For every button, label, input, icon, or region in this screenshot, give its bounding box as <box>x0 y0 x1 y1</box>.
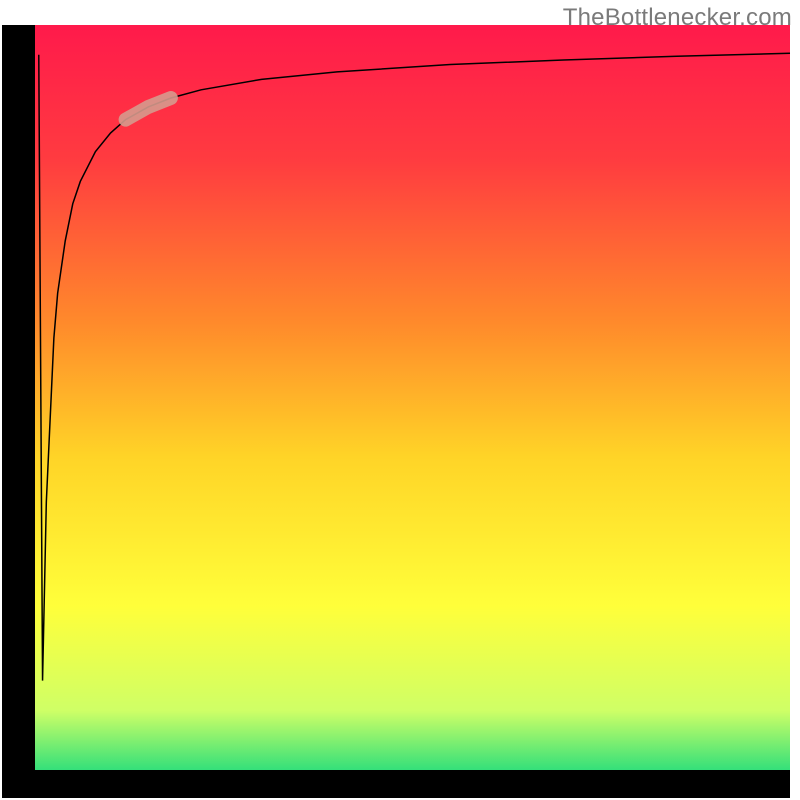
plot-background <box>35 25 790 770</box>
chart-svg <box>0 0 800 800</box>
bottom-axis-bar <box>2 770 790 798</box>
plot-area <box>2 25 790 798</box>
left-axis-bar <box>2 25 35 798</box>
watermark-text: TheBottlenecker.com <box>563 4 792 32</box>
chart-stage: TheBottlenecker.com <box>0 0 800 800</box>
